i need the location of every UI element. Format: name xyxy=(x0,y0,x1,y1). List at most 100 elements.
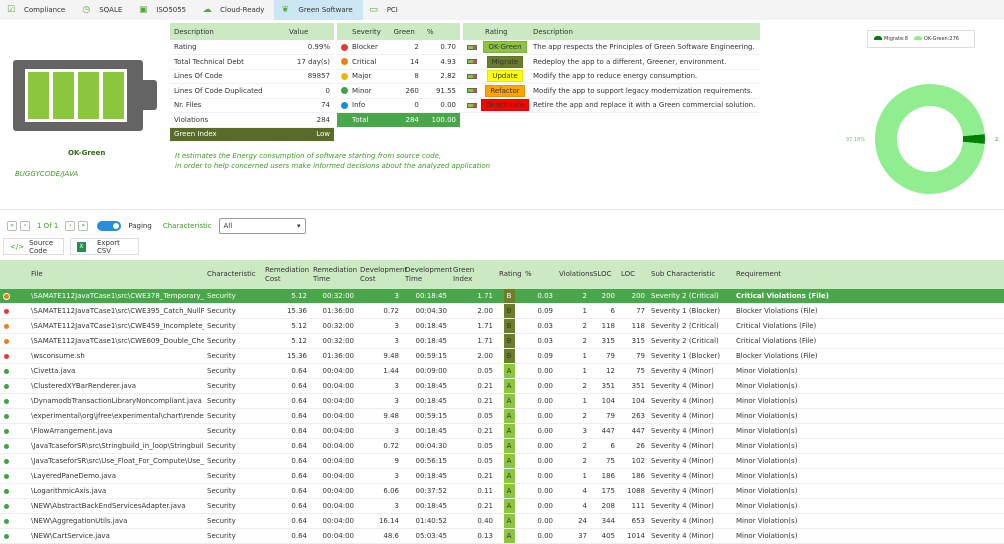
cell-remediation-cost: 0.64 xyxy=(262,498,310,514)
cell-violations: 24 xyxy=(556,513,590,529)
column-header[interactable]: File xyxy=(28,260,204,289)
cell-green-index: 0.13 xyxy=(450,528,496,544)
cell-green-index: 0.11 xyxy=(450,483,496,499)
column-header[interactable]: Sub Characteristic xyxy=(648,260,733,289)
column-header[interactable]: Violations xyxy=(556,260,593,289)
tab-green-software[interactable]: ❦ Green Software xyxy=(274,0,363,20)
export-csv-label: Export CSV xyxy=(96,238,120,255)
cell-development-time: 00:56:15 xyxy=(402,453,450,469)
cell-violations: 1 xyxy=(556,468,590,484)
column-header[interactable]: LOC xyxy=(618,260,648,289)
excel-icon: X xyxy=(77,241,86,252)
cell-loc: 653 xyxy=(618,513,648,529)
table-row[interactable]: \JavaTcaseforSR\src\Stringbuild_in_loop\… xyxy=(0,438,1004,454)
severity-minor-icon xyxy=(3,517,10,525)
description-label: Total Technical Debt xyxy=(170,54,286,70)
source-code-button[interactable]: </> Source Code xyxy=(3,238,64,255)
cell-development-time: 00:18:45 xyxy=(402,423,450,439)
cell-requirement: Minor Violation(s) xyxy=(733,483,1004,499)
cell-sloc: 104 xyxy=(590,393,618,409)
table-row[interactable]: \SAMATE112JavaTCase1\src\CWE459_Incomple… xyxy=(0,318,1004,334)
cell-file: \LogarithmicAxis.java xyxy=(28,483,204,499)
column-header[interactable]: Characteristic xyxy=(204,260,262,289)
table-row[interactable]: \NEW\AggregationUtils.java Security 0.64 00… xyxy=(0,513,1004,529)
prev-page-button[interactable]: ‹ xyxy=(20,221,30,231)
table-row[interactable]: \ClusteredXYBarRenderer.java Security 0.64… xyxy=(0,378,1004,394)
column-header[interactable]: Green Index xyxy=(450,260,496,289)
cell-: 0.00 xyxy=(522,363,556,379)
cell-sloc: 208 xyxy=(590,498,618,514)
cell-violations: 1 xyxy=(556,393,590,409)
tab-cloud-ready[interactable]: ☁ Cloud-Ready xyxy=(196,0,274,20)
column-header[interactable]: SLOC xyxy=(590,260,618,289)
cell-sloc: 405 xyxy=(590,528,618,544)
cell-green-index: 2.00 xyxy=(450,303,496,319)
rating-description: Modify the app to support legacy moderni… xyxy=(529,83,760,99)
cell-remediation-time: 00:32:00 xyxy=(310,318,357,334)
cell-sloc: 6 xyxy=(590,438,618,454)
table-row[interactable]: \FlowArrangement.java Security 0.64 00:04:0… xyxy=(0,423,1004,439)
next-page-button[interactable]: › xyxy=(65,221,76,231)
table-row[interactable]: \Civetta.java Security 0.64 00:04:00 1.44 00:… xyxy=(0,363,1004,379)
table-row[interactable]: \SAMATE112JavaTCase1\src\CWE378_Temporar… xyxy=(0,289,1004,304)
cell-violations: 2 xyxy=(556,408,590,424)
table-row[interactable]: \LayeredPaneDemo.java Security 0.64 00:04:0… xyxy=(0,468,1004,484)
legend-migrate[interactable]: Migrate:8 xyxy=(874,36,908,42)
tab-sqale[interactable]: ◷ SQALE xyxy=(75,0,132,20)
table-row[interactable]: \LogarithmicAxis.java Security 0.64 00:04:0… xyxy=(0,483,1004,499)
characteristic-select[interactable]: All ▾ xyxy=(218,218,306,234)
table-row[interactable]: \SAMATE112JavaTCase1\src\CWE395_Catch_Nu… xyxy=(0,303,1004,319)
column-header[interactable]: Requirement xyxy=(733,260,1004,289)
clipboard-check-icon: ☑ xyxy=(6,5,16,15)
table-row[interactable]: \JavaTcaseforSR\src\Use_Float_For_Comput… xyxy=(0,453,1004,469)
legend-ok-green[interactable]: OK-Green:276 xyxy=(913,36,959,42)
cell-requirement: Critical Violations (File) xyxy=(733,318,1004,334)
cell-loc: 111 xyxy=(618,498,648,514)
table-row[interactable]: \NEW\AbstractBackEndServicesAdapter.java… xyxy=(0,498,1004,514)
table-row[interactable]: \SAMATE112JavaTCase1\src\CWE609_Double_C… xyxy=(0,333,1004,349)
column-header[interactable]: Rating xyxy=(496,260,522,289)
table-row[interactable]: \NEW\CartService.java Security 0.64 00:04:0… xyxy=(0,528,1004,544)
tab-iso5055[interactable]: ▣ ISO5055 xyxy=(132,0,196,20)
tab-compliance[interactable]: ☑ Compliance xyxy=(0,0,75,20)
cell-green-index: 0.21 xyxy=(450,468,496,484)
cell-characteristic: Security xyxy=(204,363,262,379)
cell-remediation-cost: 15.36 xyxy=(262,348,310,364)
cell-violations: 2 xyxy=(556,333,590,349)
cell-sub-characteristic: Severity 4 (Minor) xyxy=(648,498,733,514)
cell-remediation-cost: 0.64 xyxy=(262,378,310,394)
table-row[interactable]: \experimental\org\jfree\experimental\cha… xyxy=(0,408,1004,424)
column-header[interactable]: Remediation Time xyxy=(310,260,357,289)
cell-requirement: Blocker Violations (File) xyxy=(733,348,1004,364)
cell-loc: 263 xyxy=(618,408,648,424)
cell-development-cost: 3 xyxy=(357,393,402,409)
first-page-button[interactable]: « xyxy=(7,221,17,231)
column-header[interactable]: Development Time xyxy=(402,260,452,289)
column-header[interactable]: Remediation Cost xyxy=(262,260,310,289)
cell-remediation-cost: 0.64 xyxy=(262,468,310,484)
cell-loc: 104 xyxy=(618,393,648,409)
green-index-value: Low xyxy=(285,127,334,142)
last-page-button[interactable]: » xyxy=(78,221,89,231)
table-row[interactable]: \wsconsume.sh Security 15.36 01:36:00 9.48 00… xyxy=(0,348,1004,364)
description-row: Total Technical Debt 17 day(s) xyxy=(170,54,334,70)
rating-badge: OK-Green xyxy=(483,41,527,53)
cell-loc: 26 xyxy=(618,438,648,454)
paging-label: Paging xyxy=(128,222,152,230)
column-header[interactable]: Development Cost xyxy=(357,260,407,289)
cell-sub-characteristic: Severity 4 (Minor) xyxy=(648,363,733,379)
column-header[interactable]: % xyxy=(522,260,556,289)
export-csv-button[interactable]: X Export CSV xyxy=(70,238,139,255)
cell-file: \ClusteredXYBarRenderer.java xyxy=(28,378,204,394)
tab-pci[interactable]: ▭ PCI xyxy=(363,0,408,20)
severity-row: Blocker 2 0.70 xyxy=(337,40,460,55)
cell-development-time: 01:40:52 xyxy=(402,513,450,529)
severity-row: Critical 14 4.93 xyxy=(337,54,460,70)
paging-toggle[interactable] xyxy=(97,221,122,231)
cell-development-cost: 6.06 xyxy=(357,483,402,499)
rating-badge: A xyxy=(503,409,515,423)
cloud-icon: ☁ xyxy=(202,5,212,15)
table-row[interactable]: \DynamodbTransactionLibraryNoncompliant.… xyxy=(0,393,1004,409)
column-header[interactable] xyxy=(0,260,28,289)
rating-badge: Deactivate xyxy=(481,99,530,112)
